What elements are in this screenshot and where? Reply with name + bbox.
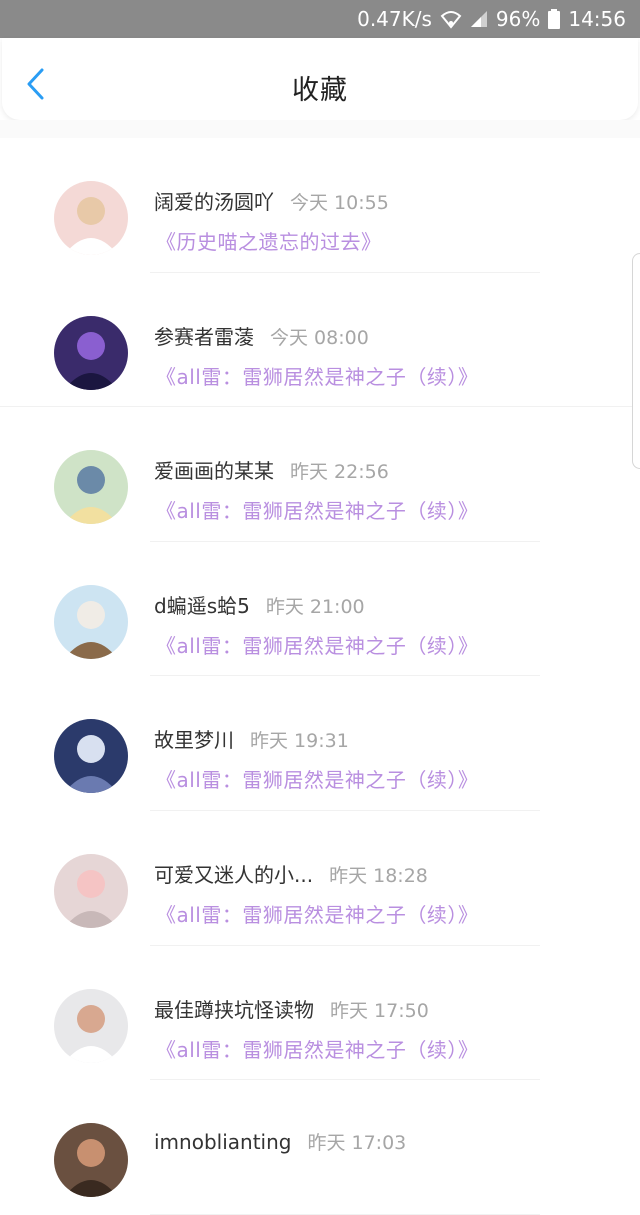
- header: 收藏: [2, 38, 638, 120]
- user-name[interactable]: 爱画画的某某: [154, 455, 274, 484]
- avatar[interactable]: [54, 315, 128, 390]
- clock: 14:56: [568, 7, 626, 31]
- user-name[interactable]: imnoblianting: [154, 1130, 291, 1154]
- list-item[interactable]: 故里梦川 昨天 19:31 《all雷：雷狮居然是神之子（续）》: [0, 676, 640, 811]
- work-title-link[interactable]: 《all雷：雷狮居然是神之子（续）》: [156, 361, 478, 390]
- name-row: d蝙遥s蛤5 昨天 21:00: [154, 590, 365, 619]
- scroll-handle[interactable]: [632, 253, 640, 469]
- wifi-icon: [440, 9, 462, 29]
- timestamp: 今天 08:00: [270, 326, 369, 349]
- work-title-link[interactable]: 《all雷：雷狮居然是神之子（续）》: [156, 630, 478, 659]
- signal-icon: [470, 10, 488, 28]
- name-row: 阔爱的汤圆吖 今天 10:55: [154, 186, 389, 215]
- avatar[interactable]: [54, 450, 128, 525]
- timestamp: 昨天 17:50: [330, 999, 429, 1022]
- work-title-link[interactable]: 《all雷：雷狮居然是神之子（续）》: [156, 495, 478, 524]
- name-row: 可爱又迷人的小... 昨天 18:28: [154, 859, 428, 888]
- user-name[interactable]: 故里梦川: [154, 724, 234, 753]
- battery-icon: [548, 9, 561, 29]
- network-speed: 0.47K/s: [357, 7, 432, 31]
- user-name[interactable]: 可爱又迷人的小...: [154, 859, 313, 888]
- avatar[interactable]: [54, 584, 128, 659]
- user-name[interactable]: d蝙遥s蛤5: [154, 590, 250, 619]
- list-item[interactable]: 爱画画的某某 昨天 22:56 《all雷：雷狮居然是神之子（续）》: [0, 407, 640, 542]
- work-title-link[interactable]: 《all雷：雷狮居然是神之子（续）》: [156, 1034, 478, 1063]
- timestamp: 昨天 18:28: [329, 864, 428, 887]
- page-title: 收藏: [292, 75, 348, 106]
- list-item[interactable]: imnoblianting 昨天 17:03: [0, 1080, 640, 1215]
- name-row: 最佳蹲挟坑怪读物 昨天 17:50: [154, 994, 429, 1023]
- list-item[interactable]: 参赛者雷蓤 今天 08:00 《all雷：雷狮居然是神之子（续）》: [0, 273, 640, 408]
- avatar[interactable]: [54, 853, 128, 928]
- avatar[interactable]: [54, 181, 128, 255]
- user-name[interactable]: 最佳蹲挟坑怪读物: [154, 994, 314, 1023]
- avatar[interactable]: [54, 719, 128, 794]
- work-title-link[interactable]: 《历史喵之遗忘的过去》: [156, 226, 382, 255]
- name-row: 爱画画的某某 昨天 22:56: [154, 455, 389, 484]
- list-item[interactable]: d蝙遥s蛤5 昨天 21:00 《all雷：雷狮居然是神之子（续）》: [0, 542, 640, 677]
- avatar[interactable]: [54, 1123, 128, 1198]
- list-item[interactable]: 最佳蹲挟坑怪读物 昨天 17:50 《all雷：雷狮居然是神之子（续）》: [0, 946, 640, 1081]
- timestamp: 昨天 22:56: [290, 461, 389, 484]
- avatar[interactable]: [54, 988, 128, 1063]
- name-row: 参赛者雷蓤 今天 08:00: [154, 321, 369, 350]
- favorites-list: 阔爱的汤圆吖 今天 10:55 《历史喵之遗忘的过去》 参赛者雷蓤 今天 08:…: [0, 138, 640, 1215]
- name-row: imnoblianting 昨天 17:03: [154, 1128, 406, 1155]
- timestamp: 昨天 21:00: [265, 595, 365, 618]
- separator-band: [0, 120, 640, 138]
- work-title-link[interactable]: 《all雷：雷狮居然是神之子（续）》: [156, 764, 478, 793]
- name-row: 故里梦川 昨天 19:31: [154, 724, 349, 753]
- timestamp: 今天 10:55: [290, 192, 389, 214]
- user-name[interactable]: 参赛者雷蓤: [154, 321, 254, 350]
- user-name[interactable]: 阔爱的汤圆吖: [154, 186, 274, 215]
- timestamp: 昨天 17:03: [307, 1132, 407, 1155]
- list-item[interactable]: 可爱又迷人的小... 昨天 18:28 《all雷：雷狮居然是神之子（续）》: [0, 811, 640, 946]
- status-bar: 0.47K/s 96% 14:56: [0, 0, 640, 38]
- battery-percent: 96%: [495, 7, 541, 31]
- timestamp: 昨天 19:31: [250, 730, 349, 753]
- list-item[interactable]: 阔爱的汤圆吖 今天 10:55 《历史喵之遗忘的过去》: [0, 138, 640, 273]
- work-title-link[interactable]: 《all雷：雷狮居然是神之子（续）》: [156, 899, 478, 928]
